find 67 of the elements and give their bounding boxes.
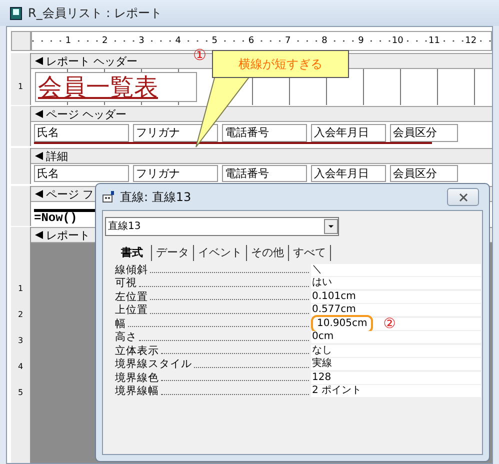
ruler-label: 11 bbox=[426, 36, 442, 46]
property-label: 境界線幅 bbox=[115, 386, 159, 396]
text-box-control[interactable]: 会員区分 bbox=[390, 165, 458, 182]
property-value[interactable]: ＼ bbox=[311, 264, 322, 275]
property-value[interactable]: 128 bbox=[311, 372, 332, 383]
property-label: 境界線色 bbox=[115, 372, 159, 383]
window-title: R_会員リスト : レポート bbox=[28, 5, 162, 22]
property-sheet-icon bbox=[102, 191, 115, 203]
ruler-label: 2 bbox=[18, 309, 24, 321]
close-icon bbox=[458, 192, 468, 202]
object-dropdown[interactable]: 直線13 bbox=[105, 217, 339, 236]
ruler-label: 4 bbox=[18, 361, 24, 373]
section-bar-label[interactable]: 詳細 bbox=[46, 150, 68, 162]
ruler-label: 4 bbox=[173, 36, 183, 46]
property-label: 幅 bbox=[115, 318, 126, 329]
report-title-box[interactable]: 会員一覧表 bbox=[35, 72, 197, 102]
ruler-label: 9 bbox=[356, 36, 366, 46]
property-label: 高さ bbox=[115, 332, 137, 342]
property-value[interactable]: なし bbox=[311, 346, 332, 356]
property-value[interactable]: 0cm bbox=[311, 332, 334, 342]
section-bar-label[interactable]: レポート bbox=[46, 230, 90, 240]
ruler-label: 1 bbox=[63, 36, 74, 46]
dialog-title: 直線: 直線13 bbox=[120, 189, 192, 206]
vertical-ruler-segment bbox=[11, 164, 31, 184]
label-control[interactable]: 氏名 bbox=[34, 124, 129, 142]
ruler-label: 3 bbox=[18, 335, 24, 347]
section-arrow-icon bbox=[35, 190, 43, 198]
section-arrow-icon bbox=[35, 152, 43, 160]
text-box-control[interactable]: 入会年月日 bbox=[311, 165, 386, 182]
ruler-label: 5 bbox=[210, 36, 220, 46]
callout-text: 横線が短すぎる bbox=[238, 56, 322, 73]
section-bar-label[interactable]: レポート ヘッダー bbox=[46, 56, 138, 66]
property-label: 左位置 bbox=[115, 292, 148, 302]
ruler-label: 2 bbox=[100, 36, 110, 46]
close-button[interactable] bbox=[447, 188, 479, 206]
label-control[interactable]: 入会年月日 bbox=[311, 124, 386, 142]
ruler-label: 8 bbox=[320, 36, 330, 46]
ruler-label: 10 bbox=[390, 36, 406, 46]
section-bar-label[interactable]: ページ ヘッダー bbox=[46, 108, 126, 120]
ruler-label: 1 bbox=[18, 81, 24, 93]
text-box-control[interactable]: フリガナ bbox=[133, 165, 218, 182]
property-label: 可視 bbox=[115, 278, 137, 288]
text-box-control[interactable]: 電話番号 bbox=[222, 165, 307, 182]
property-value[interactable]: はい bbox=[311, 278, 332, 288]
property-label: 線傾斜 bbox=[115, 264, 148, 275]
ruler-label: 1 bbox=[18, 283, 24, 295]
marker-number: ① bbox=[193, 48, 206, 63]
ruler-label: 7 bbox=[282, 36, 293, 46]
ruler-label: 12 bbox=[463, 36, 479, 46]
section-arrow-icon bbox=[35, 231, 43, 239]
label-control[interactable]: フリガナ bbox=[133, 124, 218, 142]
text-box-control[interactable]: 氏名 bbox=[34, 165, 129, 182]
ruler-label: 3 bbox=[136, 36, 146, 46]
property-value[interactable]: 実線 bbox=[311, 359, 332, 370]
report-icon bbox=[10, 6, 22, 20]
section-bar-label[interactable]: ページ フ bbox=[46, 188, 94, 200]
ruler-label: 6 bbox=[246, 36, 256, 46]
ruler-label: 5 bbox=[18, 387, 24, 399]
marker-number: ② bbox=[383, 316, 396, 331]
label-control[interactable]: 会員区分 bbox=[390, 124, 458, 142]
property-label: 立体表示 bbox=[115, 346, 159, 356]
report-title: 会員一覧表 bbox=[38, 75, 158, 99]
label-control[interactable]: 電話番号 bbox=[222, 124, 307, 142]
property-label: 境界線スタイル bbox=[115, 359, 192, 370]
section-arrow-icon bbox=[35, 57, 43, 65]
property-label: 上位置 bbox=[115, 305, 148, 316]
section-arrow-icon bbox=[35, 110, 43, 118]
